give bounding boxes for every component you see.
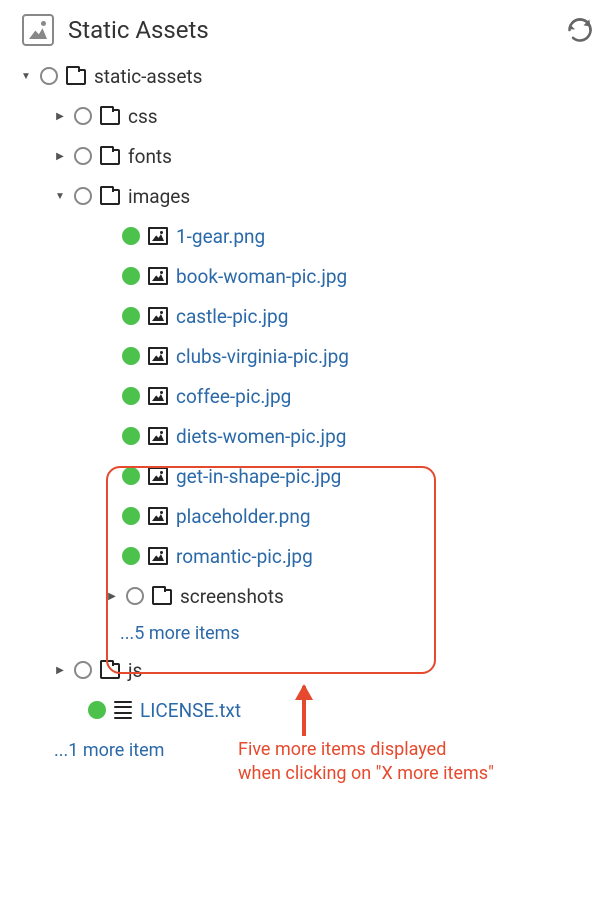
status-green-icon bbox=[122, 507, 140, 525]
panel-header: Static Assets bbox=[0, 0, 612, 56]
tree-leaf-image[interactable]: diets-women-pic.jpg bbox=[0, 416, 612, 456]
annotation-text: Five more items displayed when clicking … bbox=[238, 738, 578, 787]
node-label: placeholder.png bbox=[176, 505, 311, 528]
panel-title: Static Assets bbox=[68, 16, 552, 44]
node-label: js bbox=[128, 659, 142, 682]
status-green-icon bbox=[122, 547, 140, 565]
refresh-icon bbox=[566, 16, 594, 44]
image-file-icon bbox=[148, 307, 168, 325]
image-panel-icon bbox=[22, 14, 54, 46]
image-file-icon bbox=[148, 507, 168, 525]
node-label: screenshots bbox=[180, 585, 284, 608]
folder-icon bbox=[152, 589, 172, 605]
tree-node-static-assets[interactable]: static-assets bbox=[0, 56, 612, 96]
node-label: 1-gear.png bbox=[176, 225, 265, 248]
tree-node-fonts[interactable]: fonts bbox=[0, 136, 612, 176]
tree-node-screenshots[interactable]: screenshots bbox=[0, 576, 612, 616]
status-empty-icon bbox=[74, 187, 92, 205]
text-file-icon bbox=[114, 701, 132, 719]
folder-icon bbox=[100, 189, 120, 205]
status-empty-icon bbox=[74, 147, 92, 165]
node-label: coffee-pic.jpg bbox=[176, 385, 291, 408]
tree-leaf-image[interactable]: book-woman-pic.jpg bbox=[0, 256, 612, 296]
status-empty-icon bbox=[126, 587, 144, 605]
node-label: get-in-shape-pic.jpg bbox=[176, 465, 341, 488]
more-items-label: ...5 more items bbox=[120, 623, 240, 644]
more-items-label: ...1 more item bbox=[54, 740, 164, 761]
status-empty-icon bbox=[40, 67, 58, 85]
node-label: book-woman-pic.jpg bbox=[176, 265, 347, 288]
folder-icon bbox=[100, 109, 120, 125]
tree-leaf-image[interactable]: coffee-pic.jpg bbox=[0, 376, 612, 416]
tree-leaf-image[interactable]: placeholder.png bbox=[0, 496, 612, 536]
folder-icon bbox=[100, 663, 120, 679]
tree-leaf-image[interactable]: get-in-shape-pic.jpg bbox=[0, 456, 612, 496]
tree-node-css[interactable]: css bbox=[0, 96, 612, 136]
status-green-icon bbox=[122, 347, 140, 365]
status-empty-icon bbox=[74, 661, 92, 679]
caret-right-icon[interactable] bbox=[54, 151, 66, 162]
annotation-line: Five more items displayed bbox=[238, 738, 578, 762]
tree-leaf-image[interactable]: romantic-pic.jpg bbox=[0, 536, 612, 576]
tree-leaf-image[interactable]: clubs-virginia-pic.jpg bbox=[0, 336, 612, 376]
status-green-icon bbox=[88, 701, 106, 719]
node-label: LICENSE.txt bbox=[140, 699, 241, 722]
status-green-icon bbox=[122, 227, 140, 245]
image-file-icon bbox=[148, 427, 168, 445]
status-green-icon bbox=[122, 427, 140, 445]
tree-node-images[interactable]: images bbox=[0, 176, 612, 216]
image-file-icon bbox=[148, 227, 168, 245]
status-green-icon bbox=[122, 267, 140, 285]
refresh-button[interactable] bbox=[566, 16, 594, 44]
node-label: romantic-pic.jpg bbox=[176, 545, 313, 568]
tree-leaf-image[interactable]: 1-gear.png bbox=[0, 216, 612, 256]
caret-down-icon[interactable] bbox=[20, 71, 32, 82]
node-label: clubs-virginia-pic.jpg bbox=[176, 345, 349, 368]
image-file-icon bbox=[148, 267, 168, 285]
image-file-icon bbox=[148, 347, 168, 365]
annotation-line: when clicking on "X more items" bbox=[238, 762, 578, 786]
image-file-icon bbox=[148, 547, 168, 565]
node-label: diets-women-pic.jpg bbox=[176, 425, 346, 448]
caret-right-icon[interactable] bbox=[106, 591, 118, 602]
node-label: static-assets bbox=[94, 65, 202, 88]
image-file-icon bbox=[148, 387, 168, 405]
tree-leaf-image[interactable]: castle-pic.jpg bbox=[0, 296, 612, 336]
status-green-icon bbox=[122, 467, 140, 485]
node-label: castle-pic.jpg bbox=[176, 305, 288, 328]
more-items-images[interactable]: ...5 more items bbox=[0, 616, 612, 650]
annotation-arrow-icon bbox=[302, 686, 306, 736]
folder-icon bbox=[100, 149, 120, 165]
caret-right-icon[interactable] bbox=[54, 111, 66, 122]
caret-right-icon[interactable] bbox=[54, 665, 66, 676]
image-file-icon bbox=[148, 467, 168, 485]
status-green-icon bbox=[122, 307, 140, 325]
caret-down-icon[interactable] bbox=[54, 191, 66, 202]
node-label: css bbox=[128, 105, 158, 128]
node-label: images bbox=[128, 185, 190, 208]
status-empty-icon bbox=[74, 107, 92, 125]
file-tree: static-assets css fonts images 1-ge bbox=[0, 56, 612, 790]
status-green-icon bbox=[122, 387, 140, 405]
node-label: fonts bbox=[128, 145, 172, 168]
folder-icon bbox=[66, 69, 86, 85]
